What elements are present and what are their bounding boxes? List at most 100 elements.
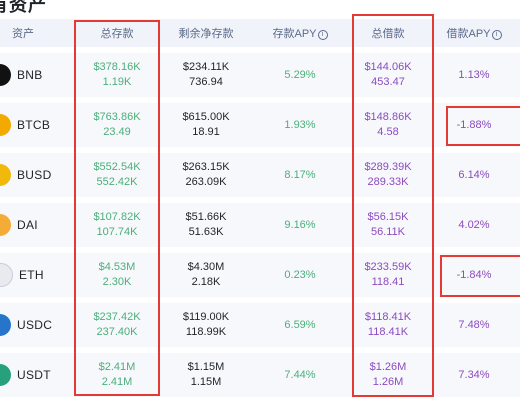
- deposit-apy-value: 8.17%: [284, 169, 316, 181]
- header-deposit-apy[interactable]: 存款APY i: [252, 19, 348, 47]
- borrow-usd: $148.86K: [364, 111, 412, 123]
- total-deposit-cell: $237.42K 237.40K: [74, 303, 160, 347]
- remaining-usd: $4.30M: [187, 261, 225, 273]
- deposit-apy-cell: 5.29%: [252, 53, 348, 97]
- table-header: 资产 总存款 剩余净存款 存款APY i 总借款 借款APY i: [0, 19, 520, 47]
- deposit-usd: $237.42K: [93, 311, 141, 323]
- asset-symbol: BUSD: [17, 168, 52, 182]
- deposit-usd: $4.53M: [98, 261, 136, 273]
- remaining-amount: 1.15M: [190, 376, 222, 388]
- asset-cell: DAI: [0, 203, 74, 247]
- borrow-apy-cell: 7.48%: [428, 303, 520, 347]
- deposit-amount: 2.41M: [101, 376, 133, 388]
- asset-cell: USDC: [0, 303, 74, 347]
- deposit-apy-cell: 1.93%: [252, 103, 348, 147]
- table-row[interactable]: ETH $4.53M 2.30K $4.30M 2.18K 0.23% $233.59K 11…: [0, 253, 520, 297]
- remaining-deposit-cell: $234.11K 736.94: [160, 53, 252, 97]
- header-borrow-apy-label: 借款APY: [446, 28, 491, 40]
- remaining-usd: $615.00K: [182, 111, 230, 123]
- remaining-amount: 263.09K: [185, 176, 227, 188]
- total-deposit-cell: $552.54K 552.42K: [74, 153, 160, 197]
- header-borrow-apy[interactable]: 借款APY i: [428, 19, 520, 47]
- header-remaining-label: 剩余净存款: [178, 28, 234, 40]
- remaining-usd: $234.11K: [182, 61, 230, 73]
- info-icon[interactable]: i: [491, 30, 502, 40]
- borrow-apy-cell: 1.13%: [428, 53, 520, 97]
- header-asset-label: 资产: [12, 28, 34, 40]
- table-row[interactable]: BUSD $552.54K 552.42K $263.15K 263.09K 8.17% $…: [0, 153, 520, 197]
- eth-coin-icon: [0, 263, 13, 287]
- remaining-amount: 118.99K: [185, 326, 227, 338]
- deposit-apy-cell: 0.23%: [252, 253, 348, 297]
- table-row[interactable]: DAI $107.82K 107.74K $51.66K 51.63K 9.16% $56.…: [0, 203, 520, 247]
- page-title: 有资产: [0, 0, 47, 15]
- asset-symbol: BTCB: [17, 118, 51, 132]
- total-borrow-cell: $118.41K 118.41K: [348, 303, 428, 347]
- borrow-amount: 56.11K: [370, 226, 406, 238]
- borrow-apy-value: 4.02%: [458, 219, 490, 231]
- borrow-amount: 453.47: [371, 76, 405, 88]
- remaining-usd: $1.15M: [187, 361, 225, 373]
- borrow-usd: $289.39K: [364, 161, 412, 173]
- header-deposit-apy-label: 存款APY: [272, 28, 317, 40]
- asset-symbol: USDC: [17, 318, 53, 332]
- total-deposit-cell: $378.16K 1.19K: [74, 53, 160, 97]
- remaining-deposit-cell: $1.15M 1.15M: [160, 353, 252, 397]
- borrow-amount: 1.26M: [372, 376, 404, 388]
- asset-cell: USDT: [0, 353, 74, 397]
- table-row[interactable]: USDC $237.42K 237.40K $119.00K 118.99K 6.59% $…: [0, 303, 520, 347]
- table-row[interactable]: BNB $378.16K 1.19K $234.11K 736.94 5.29% $144.…: [0, 53, 520, 97]
- borrow-usd: $56.15K: [367, 211, 409, 223]
- remaining-usd: $51.66K: [185, 211, 227, 223]
- deposit-amount: 23.49: [103, 126, 131, 138]
- deposit-usd: $378.16K: [93, 61, 141, 73]
- remaining-deposit-cell: $119.00K 118.99K: [160, 303, 252, 347]
- header-total-deposit-label: 总存款: [100, 28, 134, 40]
- header-asset: 资产: [0, 19, 74, 47]
- header-total-deposit[interactable]: 总存款: [74, 19, 160, 47]
- borrow-usd: $144.06K: [364, 61, 412, 73]
- asset-symbol: USDT: [17, 368, 51, 382]
- bnb-coin-icon: [0, 64, 11, 86]
- deposit-apy-value: 5.29%: [284, 69, 316, 81]
- deposit-apy-value: 7.44%: [284, 369, 316, 381]
- total-borrow-cell: $289.39K 289.33K: [348, 153, 428, 197]
- borrow-apy-cell: 6.14%: [428, 153, 520, 197]
- deposit-apy-cell: 7.44%: [252, 353, 348, 397]
- header-borrow-apy-text: 借款APY i: [446, 25, 502, 41]
- total-borrow-cell: $144.06K 453.47: [348, 53, 428, 97]
- remaining-amount: 51.63K: [188, 226, 224, 238]
- borrow-amount: 289.33K: [367, 176, 409, 188]
- header-remaining-net-deposit[interactable]: 剩余净存款: [160, 19, 252, 47]
- deposit-amount: 1.19K: [102, 76, 132, 88]
- total-borrow-cell: $56.15K 56.11K: [348, 203, 428, 247]
- asset-cell: BUSD: [0, 153, 74, 197]
- header-total-borrow-label: 总借款: [371, 28, 405, 40]
- header-total-borrow[interactable]: 总借款: [348, 19, 428, 47]
- btcb-coin-icon: [0, 114, 11, 136]
- borrow-apy-cell: 4.02%: [428, 203, 520, 247]
- total-deposit-cell: $763.86K 23.49: [74, 103, 160, 147]
- total-deposit-cell: $107.82K 107.74K: [74, 203, 160, 247]
- remaining-amount: 2.18K: [191, 276, 221, 288]
- deposit-usd: $107.82K: [93, 211, 141, 223]
- table-row[interactable]: USDT $2.41M 2.41M $1.15M 1.15M 7.44% $1.26M 1.2…: [0, 353, 520, 397]
- total-borrow-cell: $1.26M 1.26M: [348, 353, 428, 397]
- table-row[interactable]: BTCB $763.86K 23.49 $615.00K 18.91 1.93% $148.…: [0, 103, 520, 147]
- deposit-usd: $2.41M: [98, 361, 136, 373]
- info-icon[interactable]: i: [317, 30, 328, 40]
- remaining-usd: $119.00K: [182, 311, 230, 323]
- deposit-apy-value: 1.93%: [284, 119, 316, 131]
- deposit-amount: 107.74K: [96, 226, 138, 238]
- busd-coin-icon: [0, 164, 11, 186]
- remaining-deposit-cell: $263.15K 263.09K: [160, 153, 252, 197]
- deposit-usd: $763.86K: [93, 111, 141, 123]
- borrow-usd: $1.26M: [369, 361, 407, 373]
- total-borrow-cell: $148.86K 4.58: [348, 103, 428, 147]
- asset-cell: BTCB: [0, 103, 74, 147]
- total-deposit-cell: $2.41M 2.41M: [74, 353, 160, 397]
- header-deposit-apy-text: 存款APY i: [272, 25, 328, 41]
- asset-symbol: DAI: [17, 218, 38, 232]
- dai-coin-icon: [0, 214, 11, 236]
- asset-cell: BNB: [0, 53, 74, 97]
